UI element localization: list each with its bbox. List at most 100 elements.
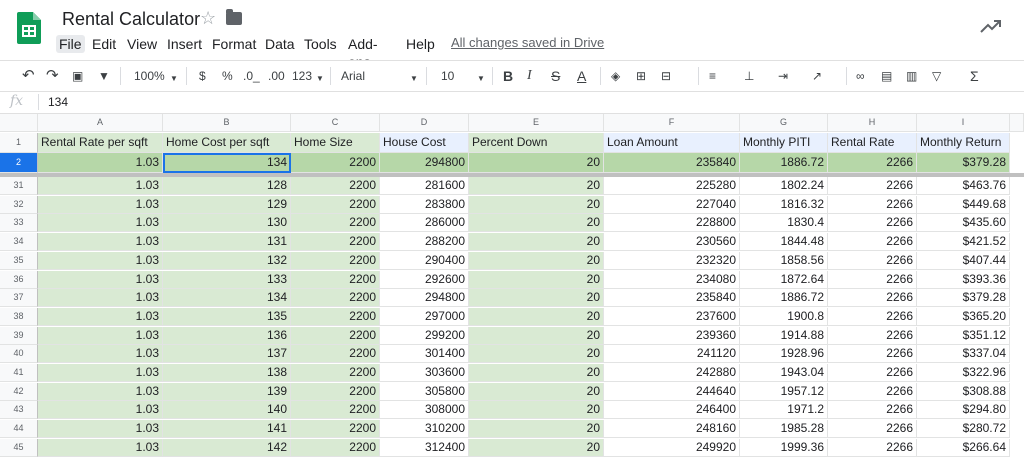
table-cell[interactable]: 2266 — [828, 326, 917, 345]
row-header[interactable]: 32 — [0, 195, 38, 214]
table-cell[interactable]: 134 — [163, 289, 291, 308]
table-cell[interactable]: 244640 — [604, 382, 740, 401]
table-cell[interactable]: 20 — [469, 438, 604, 457]
table-cell[interactable]: 248160 — [604, 420, 740, 439]
row-header[interactable]: 34 — [0, 233, 38, 252]
table-cell[interactable]: 2200 — [291, 401, 380, 420]
table-cell[interactable]: 2200 — [291, 270, 380, 289]
table-cell[interactable]: 235840 — [604, 153, 740, 173]
table-cell[interactable]: 1928.96 — [740, 345, 828, 364]
table-cell[interactable]: 2200 — [291, 233, 380, 252]
table-cell[interactable]: 1985.28 — [740, 420, 828, 439]
table-cell[interactable]: 1886.72 — [740, 289, 828, 308]
table-cell[interactable]: 20 — [469, 401, 604, 420]
insert-link-icon[interactable]: ∞ — [856, 68, 865, 84]
row-header[interactable]: 33 — [0, 214, 38, 233]
row-header[interactable]: 39 — [0, 326, 38, 345]
horizontal-align-icon[interactable]: ≡ — [709, 68, 716, 84]
table-cell[interactable]: 2266 — [828, 177, 917, 195]
column-header-e[interactable]: E — [469, 114, 604, 132]
table-cell[interactable]: 294800 — [380, 153, 469, 173]
table-cell[interactable]: 20 — [469, 270, 604, 289]
table-cell[interactable]: 20 — [469, 153, 604, 173]
merge-cells-icon[interactable]: ⊟ — [661, 68, 671, 84]
table-cell[interactable]: 139 — [163, 382, 291, 401]
table-cell[interactable]: 1914.88 — [740, 326, 828, 345]
print-icon[interactable]: ▣ — [72, 68, 83, 84]
row-header[interactable]: 31 — [0, 177, 38, 195]
menu-data[interactable]: Data — [262, 35, 298, 53]
table-cell[interactable]: $407.44 — [917, 251, 1010, 270]
table-cell[interactable]: 136 — [163, 326, 291, 345]
undo-icon[interactable]: ↶ — [22, 68, 35, 84]
table-cell[interactable]: $294.80 — [917, 401, 1010, 420]
table-cell[interactable]: 135 — [163, 307, 291, 326]
table-cell[interactable]: 237600 — [604, 307, 740, 326]
table-cell[interactable]: 20 — [469, 214, 604, 233]
table-cell[interactable]: 20 — [469, 177, 604, 195]
table-cell[interactable]: 138 — [163, 364, 291, 382]
table-cell[interactable]: 128 — [163, 177, 291, 195]
column-title[interactable]: Rental Rate — [828, 133, 917, 153]
table-cell[interactable]: 232320 — [604, 251, 740, 270]
table-cell[interactable]: 241120 — [604, 345, 740, 364]
table-cell[interactable]: 294800 — [380, 289, 469, 308]
table-cell[interactable]: 20 — [469, 364, 604, 382]
table-cell[interactable]: 2200 — [291, 214, 380, 233]
table-cell[interactable]: 1.03 — [38, 307, 163, 326]
table-cell[interactable]: 20 — [469, 251, 604, 270]
percent-button[interactable]: % — [222, 68, 233, 84]
table-cell[interactable]: 1957.12 — [740, 382, 828, 401]
font-select[interactable]: Arial — [341, 68, 365, 84]
table-cell[interactable]: 301400 — [380, 345, 469, 364]
table-cell[interactable]: 1872.64 — [740, 270, 828, 289]
table-cell[interactable]: 2200 — [291, 177, 380, 195]
table-cell[interactable]: 225280 — [604, 177, 740, 195]
table-cell[interactable]: 234080 — [604, 270, 740, 289]
row-header[interactable]: 40 — [0, 345, 38, 364]
row-header[interactable]: 42 — [0, 382, 38, 401]
font-size-dropdown-icon[interactable]: ▼ — [477, 71, 485, 87]
table-cell[interactable]: 1802.24 — [740, 177, 828, 195]
table-cell[interactable]: 1.03 — [38, 326, 163, 345]
table-cell[interactable]: 310200 — [380, 420, 469, 439]
column-title[interactable]: Monthly PITI — [740, 133, 828, 153]
column-title[interactable]: House Cost — [380, 133, 469, 153]
table-cell[interactable]: 1.03 — [38, 153, 163, 173]
font-size-select[interactable]: 10 — [441, 68, 454, 84]
column-header-a[interactable]: A — [38, 114, 163, 132]
star-icon[interactable]: ☆ — [200, 8, 216, 29]
table-cell[interactable]: 303600 — [380, 364, 469, 382]
formats-dropdown-icon[interactable]: ▼ — [316, 71, 324, 87]
table-cell[interactable]: 2266 — [828, 307, 917, 326]
table-cell[interactable]: 2200 — [291, 326, 380, 345]
table-cell[interactable]: 288200 — [380, 233, 469, 252]
table-cell[interactable]: 133 — [163, 270, 291, 289]
row-header[interactable]: 43 — [0, 401, 38, 420]
table-cell[interactable]: 1.03 — [38, 420, 163, 439]
table-cell[interactable]: 246400 — [604, 401, 740, 420]
column-title[interactable]: Home Size — [291, 133, 380, 153]
text-color-button[interactable]: A — [577, 68, 586, 84]
table-cell[interactable]: 1.03 — [38, 214, 163, 233]
table-cell[interactable]: 2266 — [828, 420, 917, 439]
table-cell[interactable]: 2266 — [828, 233, 917, 252]
table-cell[interactable]: 228800 — [604, 214, 740, 233]
table-cell[interactable]: 1.03 — [38, 364, 163, 382]
table-cell[interactable]: 1971.2 — [740, 401, 828, 420]
menu-format[interactable]: Format — [209, 35, 259, 53]
table-cell[interactable]: 1844.48 — [740, 233, 828, 252]
active-cell[interactable]: 134 — [163, 153, 291, 173]
row-header[interactable]: 35 — [0, 251, 38, 270]
table-cell[interactable]: 1.03 — [38, 382, 163, 401]
table-cell[interactable]: 308000 — [380, 401, 469, 420]
table-cell[interactable]: $393.36 — [917, 270, 1010, 289]
insert-comment-icon[interactable]: ▤ — [881, 68, 892, 84]
table-cell[interactable]: 1.03 — [38, 345, 163, 364]
table-cell[interactable]: 2200 — [291, 438, 380, 457]
menu-view[interactable]: View — [124, 35, 160, 53]
table-cell[interactable]: 20 — [469, 326, 604, 345]
table-cell[interactable]: 1858.56 — [740, 251, 828, 270]
menu-help[interactable]: Help — [403, 35, 438, 53]
table-cell[interactable]: $449.68 — [917, 195, 1010, 214]
